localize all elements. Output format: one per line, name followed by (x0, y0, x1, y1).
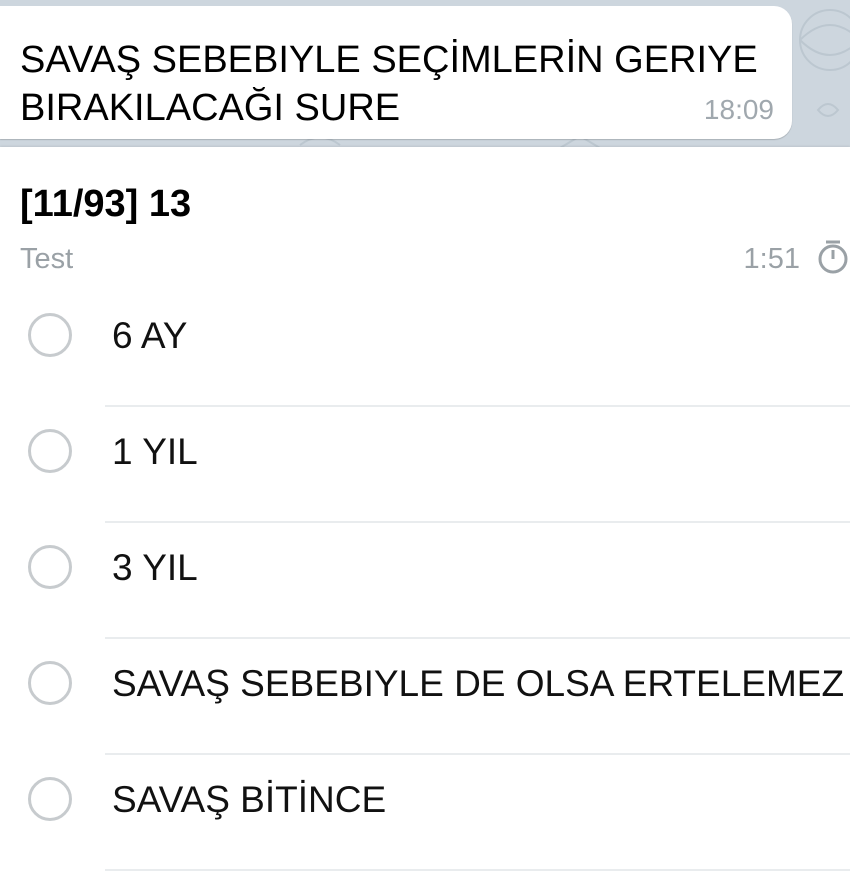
quiz-option[interactable]: SAVAŞ BİTİNCE (0, 755, 850, 871)
message-text: SAVAŞ SEBEBIYLE SEÇİMLERİN GERIYE BIRAKI… (20, 39, 758, 129)
radio-circle-icon[interactable] (28, 777, 72, 821)
message-bubble[interactable]: SAVAŞ SEBEBIYLE SEÇİMLERİN GERIYE BIRAKI… (0, 6, 792, 139)
option-label: SAVAŞ BİTİNCE (112, 779, 387, 820)
quiz-option[interactable]: 3 YIL (0, 523, 850, 639)
quiz-option[interactable]: 1 YIL (0, 407, 850, 523)
quiz-poll: [11/93] 13 Test 1:51 6 AY 1 YIL 3 YIL SA… (0, 147, 850, 883)
option-label: 6 AY (112, 315, 188, 356)
quiz-timer: 1:51 (743, 243, 800, 275)
divider (105, 869, 850, 871)
option-label: SAVAŞ SEBEBIYLE DE OLSA ERTELEMEZ (112, 663, 845, 704)
radio-circle-icon[interactable] (28, 429, 72, 473)
stopwatch-icon (818, 240, 848, 274)
radio-circle-icon[interactable] (28, 313, 72, 357)
option-label: 3 YIL (112, 547, 198, 588)
quiz-option[interactable]: 6 AY (0, 291, 850, 407)
quiz-title: [11/93] 13 (20, 183, 192, 225)
radio-circle-icon[interactable] (28, 661, 72, 705)
message-timestamp: 18:09 (703, 94, 774, 125)
quiz-type-label: Test (20, 243, 74, 275)
quiz-option[interactable]: SAVAŞ SEBEBIYLE DE OLSA ERTELEMEZ (0, 639, 850, 755)
option-label: 1 YIL (112, 431, 198, 472)
radio-circle-icon[interactable] (28, 545, 72, 589)
